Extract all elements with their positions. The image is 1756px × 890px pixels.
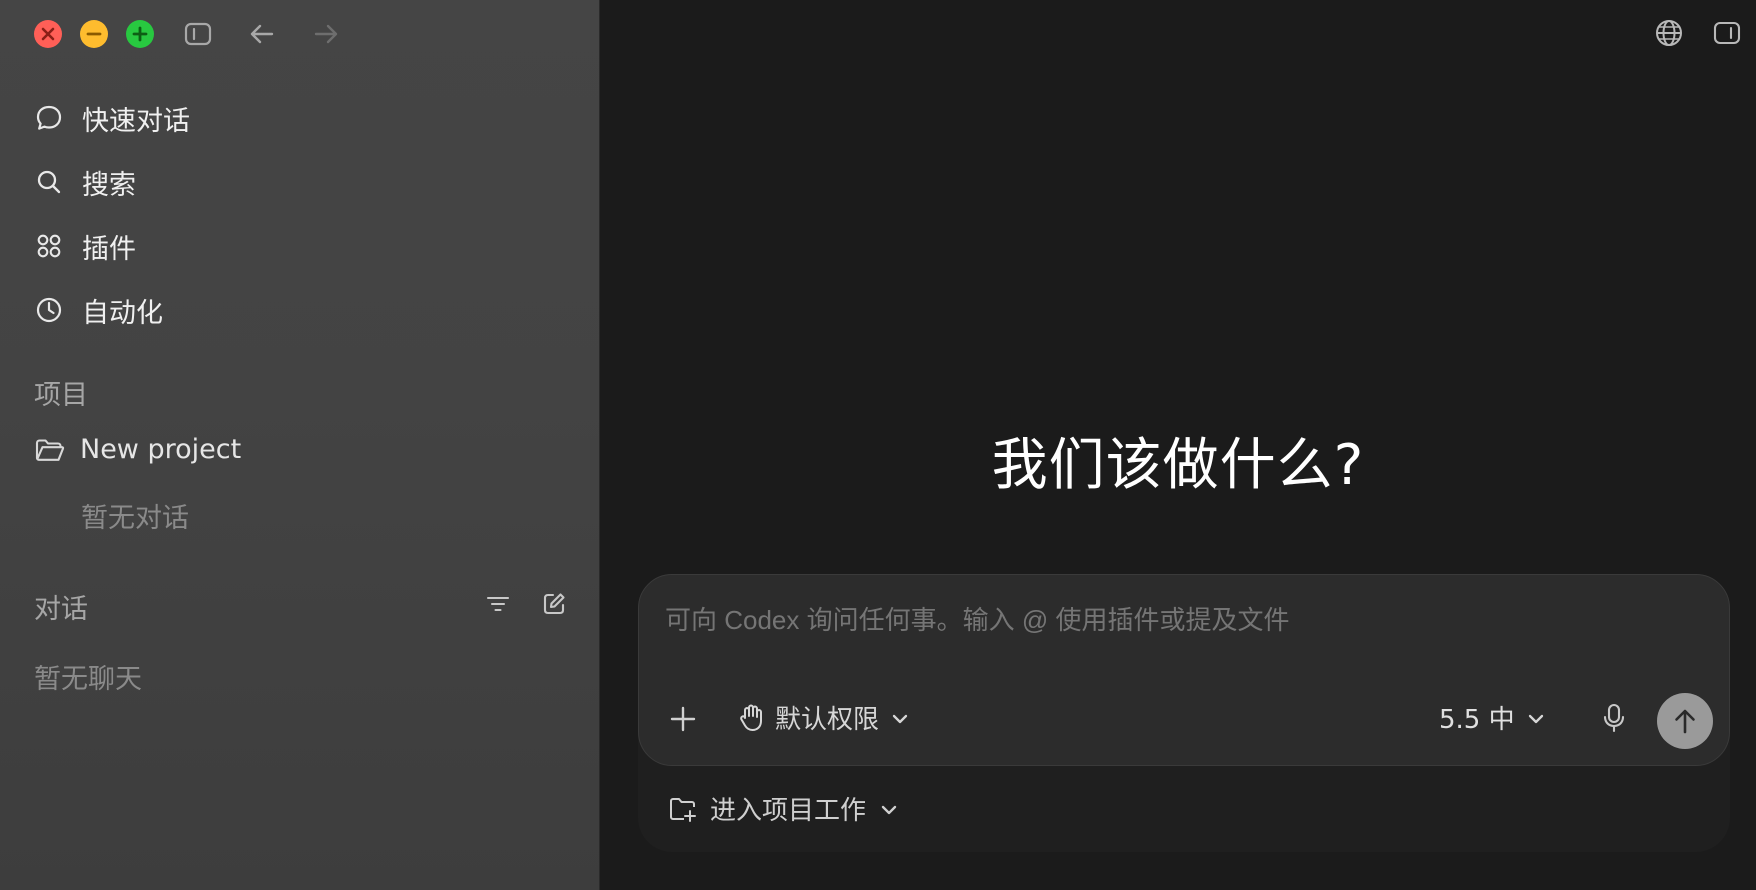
voice-input-button[interactable] — [1599, 701, 1629, 735]
sidebar-item-automation[interactable]: 自动化 — [34, 278, 574, 342]
app-window: 快速对话 搜索 插件 自动化 项目 New project 暂无对话 对话 暂无… — [0, 0, 1756, 890]
arrow-right-icon — [314, 24, 338, 44]
sidebar-item-label: 快速对话 — [82, 105, 190, 137]
right-panel-icon — [1713, 21, 1741, 45]
prompt-input[interactable] — [663, 599, 1707, 641]
sidebar-item-label: 自动化 — [82, 297, 163, 329]
projects-section-title: 项目 — [34, 380, 88, 411]
maximize-window-button[interactable] — [126, 20, 154, 48]
sidebar-nav: 快速对话 搜索 插件 自动化 — [34, 86, 574, 342]
composer-container: 默认权限 5.5 中 — [638, 574, 1730, 852]
model-label: 5.5 中 — [1439, 705, 1515, 735]
chats-section-title: 对话 — [34, 594, 88, 625]
toggle-right-panel-button[interactable] — [1712, 18, 1742, 48]
toggle-sidebar-button[interactable] — [182, 18, 214, 50]
close-window-button[interactable] — [34, 20, 62, 48]
main-toolbar — [1654, 18, 1742, 48]
close-icon — [41, 27, 55, 41]
clock-icon — [34, 295, 64, 325]
filter-button[interactable] — [484, 590, 512, 618]
attach-button[interactable] — [667, 703, 699, 735]
chat-bubble-icon — [34, 103, 64, 133]
plus-icon — [132, 26, 148, 42]
project-name: New project — [80, 434, 242, 465]
main-pane: 我们该做什么? 默认权限 5.5 中 — [600, 0, 1756, 890]
sidebar-icon — [184, 22, 212, 46]
model-dropdown[interactable]: 5.5 中 — [1439, 699, 1547, 736]
send-button[interactable] — [1657, 693, 1713, 749]
arrow-left-icon — [250, 24, 274, 44]
arrow-up-icon — [1675, 709, 1695, 734]
sidebar-item-search[interactable]: 搜索 — [34, 150, 574, 214]
microphone-icon — [1603, 703, 1625, 733]
project-switch-dropdown[interactable]: 进入项目工作 — [668, 790, 900, 827]
folder-plus-icon — [668, 794, 698, 824]
folder-open-icon — [34, 435, 66, 465]
filter-icon — [486, 596, 510, 612]
permission-dropdown[interactable]: 默认权限 — [737, 699, 911, 736]
chevron-down-icon — [1525, 707, 1547, 729]
chevron-down-icon — [889, 707, 911, 729]
permission-label: 默认权限 — [775, 705, 880, 735]
back-button[interactable] — [246, 18, 278, 50]
sidebar-item-label: 插件 — [82, 233, 136, 265]
plus-icon — [670, 706, 696, 732]
search-icon — [34, 167, 64, 197]
minimize-window-button[interactable] — [80, 20, 108, 48]
composer: 默认权限 5.5 中 — [638, 574, 1730, 766]
sidebar-item-quick-chat[interactable]: 快速对话 — [34, 86, 574, 150]
chats-empty-text: 暂无聊天 — [34, 664, 142, 695]
plugins-icon — [34, 231, 64, 261]
sidebar: 快速对话 搜索 插件 自动化 项目 New project 暂无对话 对话 暂无… — [0, 0, 600, 890]
forward-button[interactable] — [310, 18, 342, 50]
compose-icon — [543, 593, 565, 615]
minimize-icon — [86, 32, 102, 36]
sidebar-item-label: 搜索 — [82, 169, 136, 201]
project-empty-text: 暂无对话 — [81, 503, 189, 534]
project-switch-label: 进入项目工作 — [710, 796, 867, 826]
globe-icon — [1656, 20, 1682, 46]
window-controls — [34, 20, 154, 48]
new-chat-button[interactable] — [540, 590, 568, 618]
sidebar-item-plugins[interactable]: 插件 — [34, 214, 574, 278]
hand-icon — [737, 703, 765, 733]
hero-title: 我们该做什么? — [991, 433, 1365, 498]
project-item[interactable]: New project — [34, 434, 241, 465]
chats-section-actions — [484, 590, 568, 618]
chevron-down-icon — [878, 798, 900, 820]
language-button[interactable] — [1654, 18, 1684, 48]
